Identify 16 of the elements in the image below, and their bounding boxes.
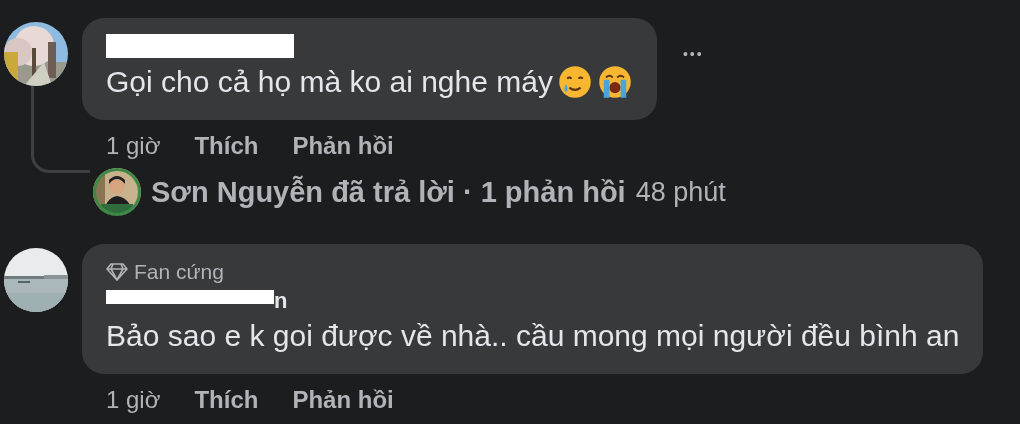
like-link[interactable]: Thích [194,132,259,160]
comment-text: Bảo sao e k goi được về nhà.. cầu mong mọi người đều bình an [106,318,960,354]
reply-link[interactable]: Phản hồi [292,386,394,414]
badge-label: Fan cứng [134,260,224,284]
like-link[interactable]: Thích [194,386,259,414]
replies-link[interactable]: Sơn Nguyễn đã trả lời · 1 phản hồi [151,175,626,209]
more-options-icon[interactable]: ••• [682,46,704,62]
author-name[interactable]: n [274,290,288,312]
timestamp: 1 giờ [106,386,161,414]
timestamp: 1 giờ [106,132,161,160]
diamond-icon [106,263,128,281]
crying-face-icon [596,64,633,100]
comment-text: Gọi cho cả họ mà ko ai nghe máy [106,64,553,100]
reply-time: 48 phút [635,176,726,208]
reply-link[interactable]: Phản hồi [292,132,394,160]
smiling-tear-face-icon [556,64,593,100]
